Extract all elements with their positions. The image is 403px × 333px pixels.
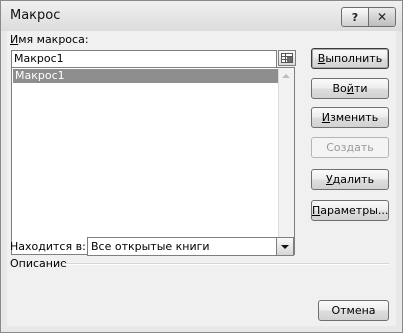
- scroll-up-icon[interactable]: [282, 74, 290, 78]
- macro-list-scrollbar[interactable]: [278, 68, 294, 254]
- collapse-dialog-button[interactable]: [278, 50, 296, 66]
- description-label: Описание: [10, 257, 67, 270]
- help-button[interactable]: ?: [342, 8, 369, 26]
- macro-name-label: Имя макроса:: [10, 33, 89, 46]
- run-button[interactable]: Выполнить: [311, 48, 389, 69]
- location-select[interactable]: Все открытые книги: [87, 237, 294, 256]
- close-icon: ✕: [376, 10, 388, 24]
- title-bar: Макрос ? ✕: [1, 1, 402, 31]
- location-label: Находится в:: [10, 240, 86, 253]
- edit-button[interactable]: Изменить: [311, 107, 389, 128]
- macro-list-item[interactable]: Макрос1: [13, 69, 278, 83]
- help-icon: ?: [351, 10, 359, 24]
- macro-list[interactable]: Макрос1: [11, 67, 295, 255]
- description-separator: [62, 263, 389, 265]
- options-button[interactable]: Параметры...: [311, 200, 389, 221]
- chevron-down-icon: [281, 245, 289, 249]
- create-button: Создать: [311, 137, 389, 158]
- cancel-button[interactable]: Отмена: [318, 300, 389, 321]
- macro-dialog: Макрос ? ✕ Имя макроса: Макрос1 Макрос1: [0, 0, 403, 333]
- macro-name-input[interactable]: Макрос1: [11, 50, 277, 68]
- dialog-title: Макрос: [10, 8, 61, 23]
- close-button[interactable]: ✕: [369, 8, 395, 26]
- location-dropdown-button[interactable]: [276, 238, 293, 255]
- dialog-body: Имя макроса: Макрос1 Макрос1 Выполнить В…: [7, 31, 396, 326]
- range-select-icon: [281, 53, 293, 63]
- location-select-value: Все открытые книги: [91, 240, 210, 253]
- step-into-button[interactable]: Войти: [311, 78, 389, 99]
- title-buttons: ? ✕: [341, 7, 396, 27]
- delete-button[interactable]: Удалить: [311, 169, 389, 190]
